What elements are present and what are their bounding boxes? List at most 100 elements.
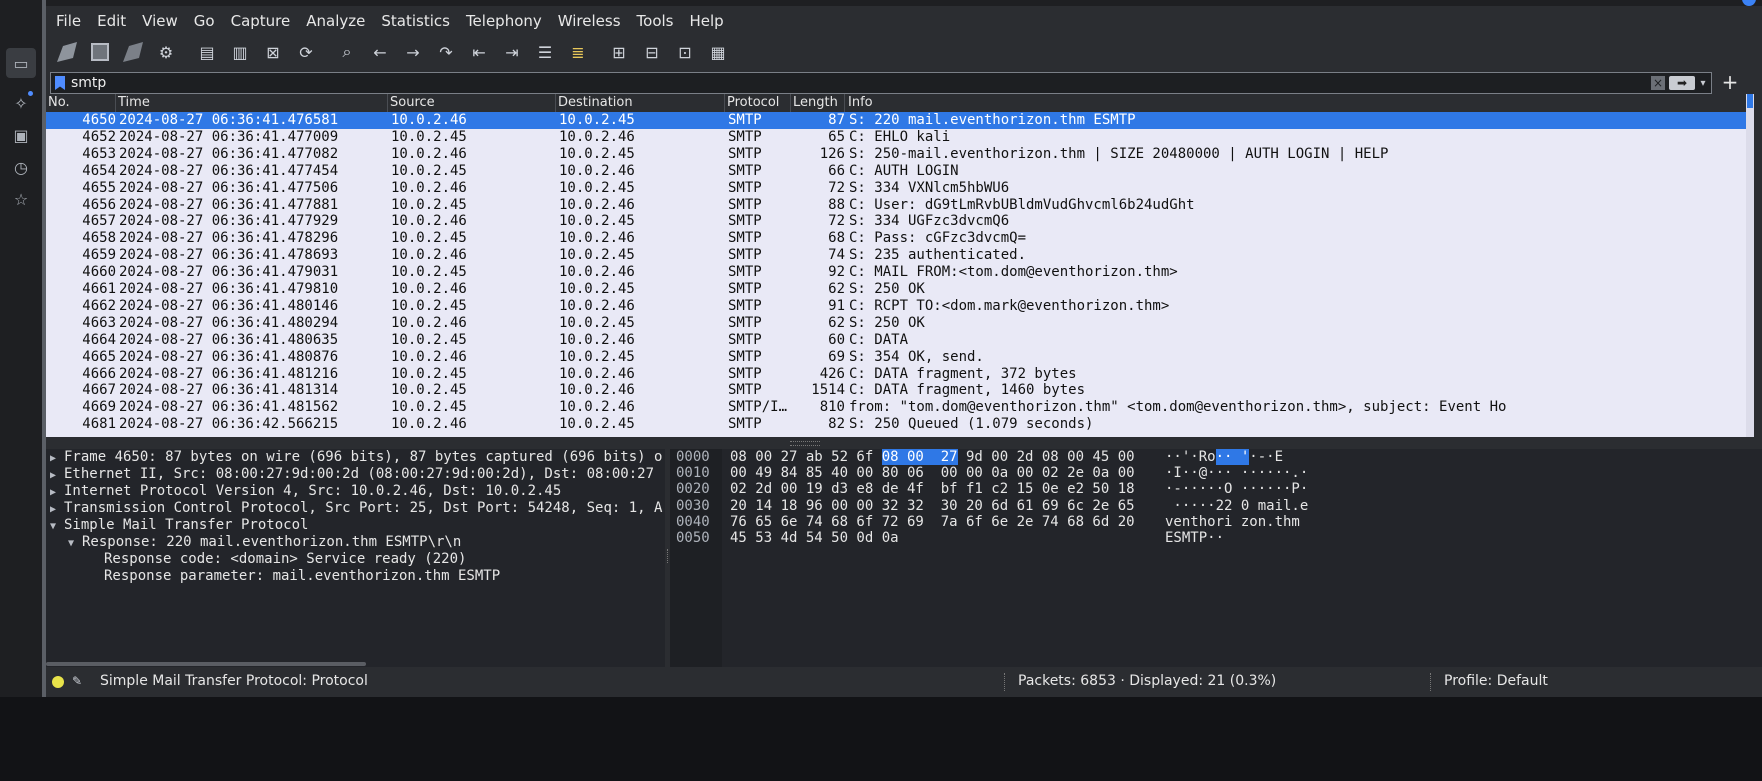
expert-info-led-icon[interactable]	[52, 676, 64, 688]
details-horizontal-scrollbar[interactable]	[46, 662, 366, 666]
hex-bytes[interactable]: 45 53 4d 54 50 0d 0a	[730, 530, 899, 547]
detail-tree-item[interactable]: Response code: <domain> Service ready (2…	[86, 551, 466, 568]
packet-row[interactable]: 4653 2024-08-27 06:36:41.477082 10.0.2.46 1…	[46, 146, 1746, 163]
first-packet-icon[interactable]: ⇤	[466, 39, 492, 65]
status-profile[interactable]: Profile: Default	[1444, 673, 1548, 690]
last-packet-icon[interactable]: ⇥	[499, 39, 525, 65]
column-no[interactable]: No.	[46, 94, 116, 112]
go-to-packet-icon[interactable]: ↷	[433, 39, 459, 65]
packet-row[interactable]: 4666 2024-08-27 06:36:41.481216 10.0.2.45 1…	[46, 366, 1746, 383]
capture-options-icon[interactable]: ⚙	[153, 39, 179, 65]
menu-go[interactable]: Go	[194, 12, 215, 30]
menu-help[interactable]: Help	[689, 12, 723, 30]
hex-bytes[interactable]: 08 00 27 ab 52 6f 08 00 27 9d 00 2d 08 0…	[730, 449, 1135, 466]
detail-tree-item[interactable]: ▶ Internet Protocol Version 4, Src: 10.0.…	[50, 483, 561, 500]
packet-row[interactable]: 4657 2024-08-27 06:36:41.477929 10.0.2.46 1…	[46, 213, 1746, 230]
hex-bytes[interactable]: 00 49 84 85 40 00 80 06 00 00 0a 00 02 2…	[730, 465, 1135, 482]
column-length[interactable]: Length	[791, 94, 845, 112]
ascii-bytes[interactable]: ·····22 0 mail.e	[1165, 498, 1308, 515]
detail-tree-item[interactable]: Response parameter: mail.eventhorizon.th…	[86, 568, 500, 585]
packet-row[interactable]: 4661 2024-08-27 06:36:41.479810 10.0.2.46 1…	[46, 281, 1746, 298]
splitter-grip[interactable]	[790, 441, 820, 446]
close-file-icon[interactable]: ⊠	[260, 39, 286, 65]
go-forward-icon[interactable]: →	[400, 39, 426, 65]
save-icon[interactable]: ▣	[6, 120, 36, 150]
apply-filter-icon[interactable]: ➡	[1669, 76, 1695, 90]
collapsed-arrow-icon[interactable]: ▶	[50, 450, 64, 467]
menu-telephony[interactable]: Telephony	[466, 12, 542, 30]
detail-tree-item[interactable]: ▶ Ethernet II, Src: 08:00:27:9d:00:2d (08…	[50, 466, 654, 483]
packet-row[interactable]: 4658 2024-08-27 06:36:41.478296 10.0.2.45 1…	[46, 230, 1746, 247]
save-file-icon[interactable]: ▥	[227, 39, 253, 65]
ascii-bytes[interactable]: ESMTP··	[1165, 530, 1224, 547]
scrollbar-thumb[interactable]	[1747, 94, 1753, 108]
hex-bytes[interactable]: 20 14 18 96 00 00 32 32 30 20 6d 61 69 6…	[730, 498, 1135, 515]
normal-size-icon[interactable]: ⊡	[672, 39, 698, 65]
menu-file[interactable]: File	[56, 12, 81, 30]
start-capture-icon[interactable]	[54, 39, 80, 65]
packet-row[interactable]: 4652 2024-08-27 06:36:41.477009 10.0.2.45 1…	[46, 129, 1746, 146]
edit-comment-icon[interactable]: ✎	[72, 674, 84, 688]
packet-row[interactable]: 4662 2024-08-27 06:36:41.480146 10.0.2.45 1…	[46, 298, 1746, 315]
open-file-icon[interactable]: ▤	[194, 39, 220, 65]
detail-tree-item[interactable]: ▶ Transmission Control Protocol, Src Port…	[50, 500, 662, 517]
reload-file-icon[interactable]: ⟳	[293, 39, 319, 65]
detail-tree-item[interactable]: ▼ Response: 220 mail.eventhorizon.thm ESM…	[68, 534, 461, 551]
ai-sparkle-icon[interactable]: ✧	[6, 88, 36, 118]
restart-capture-icon[interactable]	[120, 39, 146, 65]
collapsed-arrow-icon[interactable]: ▶	[50, 467, 64, 484]
menu-edit[interactable]: Edit	[97, 12, 126, 30]
packet-row[interactable]: 4667 2024-08-27 06:36:41.481314 10.0.2.45 1…	[46, 382, 1746, 399]
bookmark-icon[interactable]	[55, 76, 65, 90]
menu-analyze[interactable]: Analyze	[306, 12, 365, 30]
zoom-in-icon[interactable]: ⊞	[606, 39, 632, 65]
ascii-bytes[interactable]: ·I··@··· ······.·	[1165, 465, 1308, 482]
zoom-out-icon[interactable]: ⊟	[639, 39, 665, 65]
hex-bytes[interactable]: 02 2d 00 19 d3 e8 de 4f bf f1 c2 15 0e e…	[730, 481, 1135, 498]
column-info[interactable]: Info	[845, 94, 1746, 112]
history-icon[interactable]: ◷	[6, 152, 36, 182]
collapsed-arrow-icon[interactable]: ▶	[50, 501, 64, 518]
packet-row[interactable]: 4664 2024-08-27 06:36:41.480635 10.0.2.45 1…	[46, 332, 1746, 349]
column-protocol[interactable]: Protocol	[725, 94, 791, 112]
packet-row[interactable]: 4669 2024-08-27 06:36:41.481562 10.0.2.45 1…	[46, 399, 1746, 416]
star-icon[interactable]: ☆	[6, 184, 36, 214]
packet-row[interactable]: 4654 2024-08-27 06:36:41.477454 10.0.2.45 1…	[46, 163, 1746, 180]
packet-row[interactable]: 4665 2024-08-27 06:36:41.480876 10.0.2.46 1…	[46, 349, 1746, 366]
clear-filter-icon[interactable]: ×	[1651, 76, 1665, 90]
ascii-bytes[interactable]: venthori zon.thm	[1165, 514, 1308, 531]
autoscroll-icon[interactable]: ☰	[532, 39, 558, 65]
stop-capture-icon[interactable]	[87, 39, 113, 65]
find-packet-icon[interactable]: ⌕	[334, 39, 360, 65]
column-destination[interactable]: Destination	[556, 94, 725, 112]
packet-row[interactable]: 4663 2024-08-27 06:36:41.480294 10.0.2.46 1…	[46, 315, 1746, 332]
packet-row[interactable]: 4656 2024-08-27 06:36:41.477881 10.0.2.45 1…	[46, 197, 1746, 214]
ascii-bytes[interactable]: ··'·Ro·· '·-·E	[1165, 449, 1283, 466]
window-icon[interactable]: ▭	[6, 48, 36, 78]
column-source[interactable]: Source	[388, 94, 556, 112]
column-time[interactable]: Time	[116, 94, 388, 112]
add-filter-button-icon[interactable]: +	[1718, 70, 1742, 94]
menu-view[interactable]: View	[142, 12, 178, 30]
menu-capture[interactable]: Capture	[231, 12, 291, 30]
expanded-arrow-icon[interactable]: ▼	[50, 518, 64, 535]
display-filter-input[interactable]	[71, 75, 1651, 91]
ascii-bytes[interactable]: ·-·····O ······P·	[1165, 481, 1308, 498]
menu-wireless[interactable]: Wireless	[558, 12, 621, 30]
menu-statistics[interactable]: Statistics	[381, 12, 450, 30]
packet-row[interactable]: 4655 2024-08-27 06:36:41.477506 10.0.2.46 1…	[46, 180, 1746, 197]
packet-row[interactable]: 4650 2024-08-27 06:36:41.476581 10.0.2.46 1…	[46, 112, 1746, 129]
packet-row[interactable]: 4659 2024-08-27 06:36:41.478693 10.0.2.46 1…	[46, 247, 1746, 264]
packet-row[interactable]: 4681 2024-08-27 06:36:42.566215 10.0.2.46 1…	[46, 416, 1746, 433]
collapsed-arrow-icon[interactable]: ▶	[50, 484, 64, 501]
detail-tree-item[interactable]: ▼ Simple Mail Transfer Protocol	[50, 517, 308, 534]
pane-splitter[interactable]	[46, 437, 1762, 449]
filter-history-chevron-icon[interactable]: ▾	[1697, 78, 1709, 89]
hex-bytes[interactable]: 76 65 6e 74 68 6f 72 69 7a 6f 6e 2e 74 6…	[730, 514, 1135, 531]
packet-row[interactable]: 4660 2024-08-27 06:36:41.479031 10.0.2.45 1…	[46, 264, 1746, 281]
packet-list-scrollbar[interactable]	[1746, 94, 1754, 437]
resize-columns-icon[interactable]: ▦	[705, 39, 731, 65]
go-back-icon[interactable]: ←	[367, 39, 393, 65]
expanded-arrow-icon[interactable]: ▼	[68, 535, 82, 552]
menu-tools[interactable]: Tools	[637, 12, 674, 30]
